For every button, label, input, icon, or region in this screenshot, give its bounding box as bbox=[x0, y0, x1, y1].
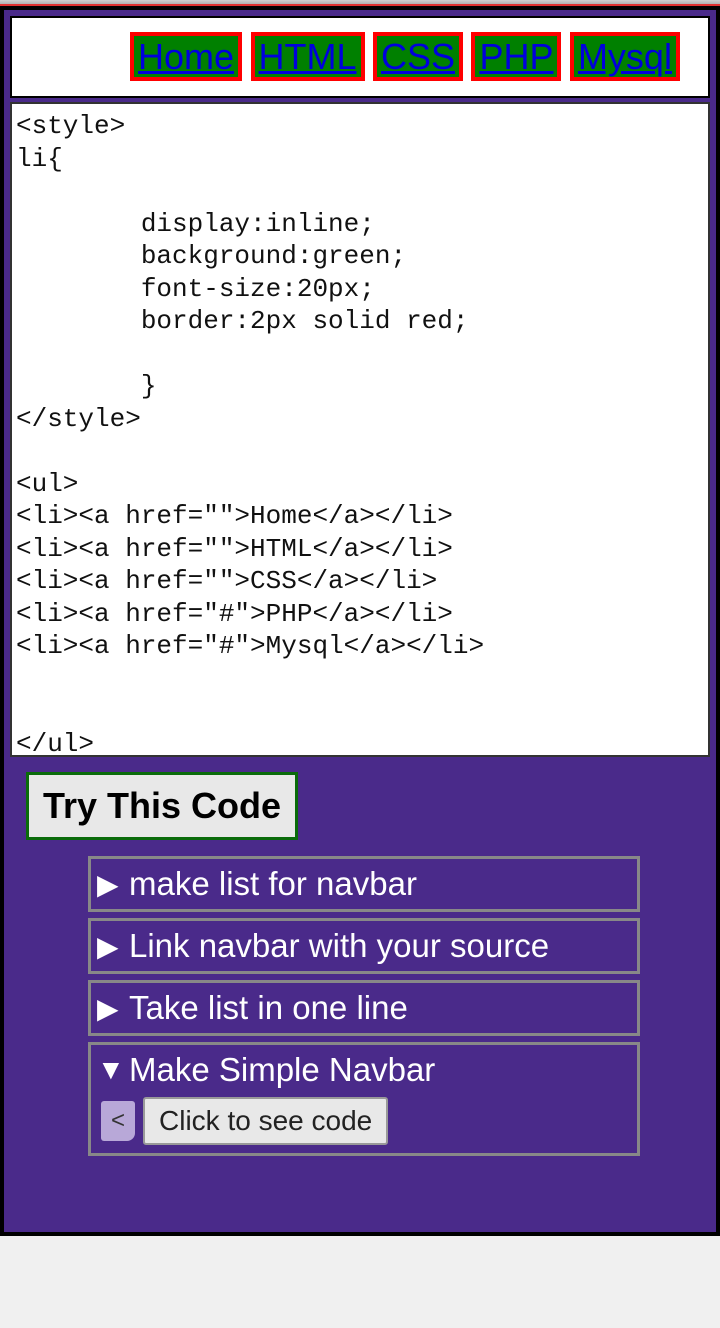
chevron-down-icon: ▼ bbox=[97, 1054, 123, 1086]
main-container: Home HTML CSS PHP Mysql Try This Code ▶ … bbox=[0, 6, 720, 1236]
nav-item-html[interactable]: HTML bbox=[251, 32, 365, 81]
accordion-header-4[interactable]: ▼ Make Simple Navbar bbox=[97, 1049, 631, 1091]
nav-item-php[interactable]: PHP bbox=[471, 32, 561, 81]
chevron-right-icon: ▶ bbox=[97, 992, 123, 1025]
try-code-button[interactable]: Try This Code bbox=[26, 772, 298, 840]
accordion-item: ▼ Make Simple Navbar < Click to see code bbox=[88, 1042, 640, 1156]
preview-output: Home HTML CSS PHP Mysql bbox=[10, 16, 710, 98]
accordion-header-3[interactable]: ▶ Take list in one line bbox=[97, 987, 631, 1029]
accordion-header-1[interactable]: ▶ make list for navbar bbox=[97, 863, 631, 905]
accordion-item: ▶ Link navbar with your source bbox=[88, 918, 640, 974]
code-tag-icon: < bbox=[101, 1101, 135, 1141]
accordion-header-2[interactable]: ▶ Link navbar with your source bbox=[97, 925, 631, 967]
see-code-button[interactable]: Click to see code bbox=[143, 1097, 388, 1145]
nav-item-home[interactable]: Home bbox=[130, 32, 242, 81]
nav-list: Home HTML CSS PHP Mysql bbox=[38, 56, 682, 73]
accordion-item: ▶ Take list in one line bbox=[88, 980, 640, 1036]
accordion-label: Make Simple Navbar bbox=[129, 1051, 435, 1089]
code-editor[interactable] bbox=[10, 102, 710, 757]
accordion: ▶ make list for navbar ▶ Link navbar wit… bbox=[88, 856, 640, 1156]
chevron-right-icon: ▶ bbox=[97, 930, 123, 963]
nav-item-mysql[interactable]: Mysql bbox=[570, 32, 680, 81]
chevron-right-icon: ▶ bbox=[97, 868, 123, 901]
accordion-item: ▶ make list for navbar bbox=[88, 856, 640, 912]
accordion-label: Link navbar with your source bbox=[129, 927, 549, 965]
accordion-label: make list for navbar bbox=[129, 865, 417, 903]
accordion-label: Take list in one line bbox=[129, 989, 408, 1027]
nav-item-css[interactable]: CSS bbox=[373, 32, 463, 81]
accordion-content: < Click to see code bbox=[97, 1097, 631, 1145]
